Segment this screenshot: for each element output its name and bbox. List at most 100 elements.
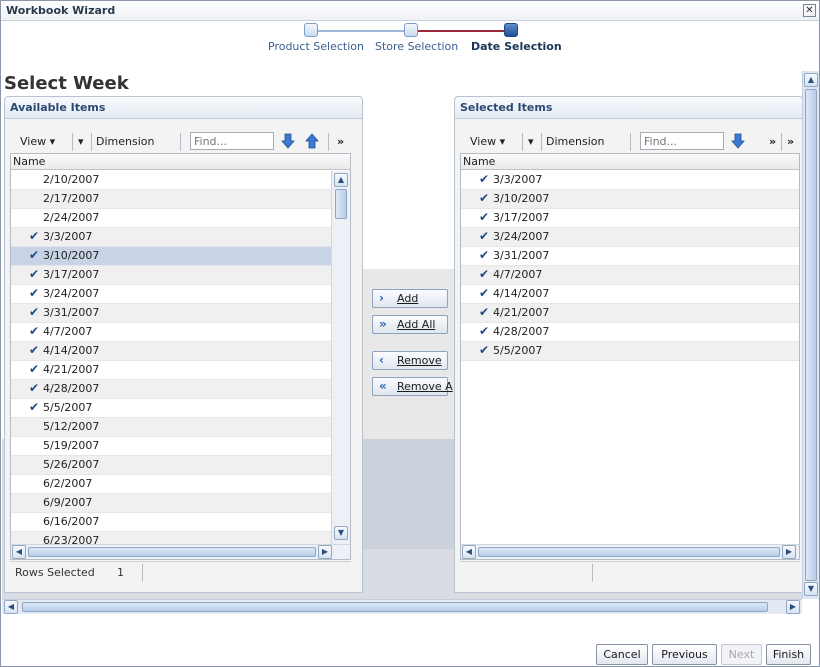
list-item-label: 4/7/2007 [43, 325, 93, 338]
page-title: Select Week [4, 73, 129, 94]
arrow-up-icon[interactable] [304, 133, 320, 149]
list-item-label: 5/19/2007 [43, 439, 100, 452]
dimension-menu-chevron-icon[interactable]: ▾ [78, 135, 84, 148]
cancel-button[interactable]: Cancel [596, 644, 648, 665]
list-item[interactable]: ✔ 3/3/2007 [461, 171, 799, 190]
train-stop-store[interactable] [404, 23, 418, 37]
page-horizontal-scrollbar[interactable]: ◀ ▶ [2, 599, 802, 614]
scroll-thumb[interactable] [478, 547, 780, 557]
view-menu[interactable]: View ▾ [470, 135, 505, 148]
list-item[interactable]: ✔ 3/24/2007 [461, 228, 799, 247]
available-horizontal-scrollbar[interactable]: ◀ ▶ [11, 544, 350, 559]
list-item[interactable]: 5/12/2007 [11, 418, 331, 437]
list-item[interactable]: ✔ 3/10/2007 [11, 247, 331, 266]
view-menu[interactable]: View ▾ [20, 135, 55, 148]
list-item[interactable]: ✔ 3/10/2007 [461, 190, 799, 209]
scroll-left-icon[interactable]: ◀ [462, 545, 476, 559]
train-label-product[interactable]: Product Selection [268, 40, 364, 53]
list-item[interactable]: ✔ 4/14/2007 [461, 285, 799, 304]
dimension-menu-chevron-icon[interactable]: ▾ [528, 135, 534, 148]
find-input[interactable] [640, 132, 724, 150]
list-item[interactable]: ✔ 4/14/2007 [11, 342, 331, 361]
list-item-label: 5/5/2007 [43, 401, 93, 414]
list-item[interactable]: 6/16/2007 [11, 513, 331, 532]
arrow-down-icon[interactable] [730, 133, 746, 149]
list-item[interactable]: 2/24/2007 [11, 209, 331, 228]
list-item[interactable]: 5/26/2007 [11, 456, 331, 475]
finish-button[interactable]: Finish [766, 644, 811, 665]
toolbar-separator [630, 133, 631, 151]
find-input[interactable] [190, 132, 274, 150]
toolbar-separator [522, 133, 523, 151]
more-icon[interactable]: » [337, 135, 344, 148]
scroll-left-icon[interactable]: ◀ [12, 545, 26, 559]
list-item[interactable]: ✔ 4/7/2007 [461, 266, 799, 285]
list-item[interactable]: 2/17/2007 [11, 190, 331, 209]
list-item[interactable]: ✔ 5/5/2007 [11, 399, 331, 418]
list-item[interactable]: ✔ 3/3/2007 [11, 228, 331, 247]
remove-button[interactable]: ‹ Remove [372, 351, 448, 370]
remove-all-button[interactable]: « Remove A [372, 377, 453, 396]
overflow-icon[interactable]: » [787, 135, 794, 148]
rows-selected-label: Rows Selected [15, 566, 95, 579]
add-all-button[interactable]: » Add All [372, 315, 448, 334]
list-item[interactable]: ✔ 4/7/2007 [11, 323, 331, 342]
list-item-label: 4/21/2007 [43, 363, 100, 376]
list-item-label: 3/10/2007 [493, 192, 550, 205]
scroll-right-icon[interactable]: ▶ [782, 545, 796, 559]
dimension-menu[interactable]: Dimension [96, 135, 154, 148]
page-vertical-scrollbar[interactable]: ▲ ▼ [802, 71, 819, 599]
list-item-label: 3/24/2007 [493, 230, 550, 243]
list-item[interactable]: ✔ 3/31/2007 [11, 304, 331, 323]
chevron-left-icon: ‹ [379, 353, 384, 367]
scroll-right-icon[interactable]: ▶ [318, 545, 332, 559]
scroll-thumb[interactable] [22, 602, 768, 612]
scroll-down-icon[interactable]: ▼ [804, 582, 818, 596]
list-item[interactable]: ✔ 5/5/2007 [461, 342, 799, 361]
scroll-thumb[interactable] [805, 89, 817, 581]
check-icon: ✔ [29, 324, 40, 338]
check-icon: ✔ [479, 229, 490, 243]
scroll-up-icon[interactable]: ▲ [334, 173, 348, 187]
train-label-store[interactable]: Store Selection [375, 40, 458, 53]
scroll-right-icon[interactable]: ▶ [786, 600, 800, 614]
close-icon[interactable]: ✕ [803, 4, 816, 17]
arrow-down-icon[interactable] [280, 133, 296, 149]
list-item[interactable]: ✔ 3/31/2007 [461, 247, 799, 266]
available-vertical-scrollbar[interactable]: ▲ ▼ [331, 171, 350, 544]
column-header-label: Name [463, 155, 496, 168]
check-icon: ✔ [29, 305, 40, 319]
train-stop-product[interactable] [304, 23, 318, 37]
scroll-thumb[interactable] [28, 547, 316, 557]
check-icon: ✔ [479, 248, 490, 262]
list-item[interactable]: ✔ 3/17/2007 [461, 209, 799, 228]
list-item[interactable]: ✔ 4/21/2007 [461, 304, 799, 323]
list-item[interactable]: ✔ 3/24/2007 [11, 285, 331, 304]
list-item-label: 5/12/2007 [43, 420, 100, 433]
dimension-menu[interactable]: Dimension [546, 135, 604, 148]
list-item-label: 6/2/2007 [43, 477, 93, 490]
list-item[interactable]: ✔ 4/28/2007 [11, 380, 331, 399]
column-header-name[interactable]: Name [461, 154, 799, 170]
selected-items-grid: Name ✔ 3/3/2007 ✔ 3/10/2007 ✔ 3/17/2007 ✔ 3/24/… [460, 153, 800, 560]
add-button[interactable]: › Add [372, 289, 448, 308]
list-item[interactable]: ✔ 3/17/2007 [11, 266, 331, 285]
list-item-label: 6/16/2007 [43, 515, 100, 528]
toolbar-separator [91, 133, 92, 151]
list-item[interactable]: ✔ 4/21/2007 [11, 361, 331, 380]
scroll-up-icon[interactable]: ▲ [804, 73, 818, 87]
list-item[interactable]: 2/10/2007 [11, 171, 331, 190]
column-header-name[interactable]: Name [11, 154, 350, 170]
selected-horizontal-scrollbar[interactable]: ◀ ▶ [461, 544, 799, 559]
list-item[interactable]: ✔ 4/28/2007 [461, 323, 799, 342]
list-item[interactable]: 6/9/2007 [11, 494, 331, 513]
scroll-left-icon[interactable]: ◀ [4, 600, 18, 614]
scroll-down-icon[interactable]: ▼ [334, 526, 348, 540]
scroll-thumb[interactable] [335, 189, 347, 219]
list-item[interactable]: 6/2/2007 [11, 475, 331, 494]
previous-button[interactable]: Previous [652, 644, 717, 665]
list-item[interactable]: 5/19/2007 [11, 437, 331, 456]
check-icon: ✔ [29, 267, 40, 281]
more-icon[interactable]: » [769, 135, 776, 148]
available-items-grid: Name 2/10/2007 2/17/2007 2/24/2007 ✔ 3/3/200… [10, 153, 351, 560]
